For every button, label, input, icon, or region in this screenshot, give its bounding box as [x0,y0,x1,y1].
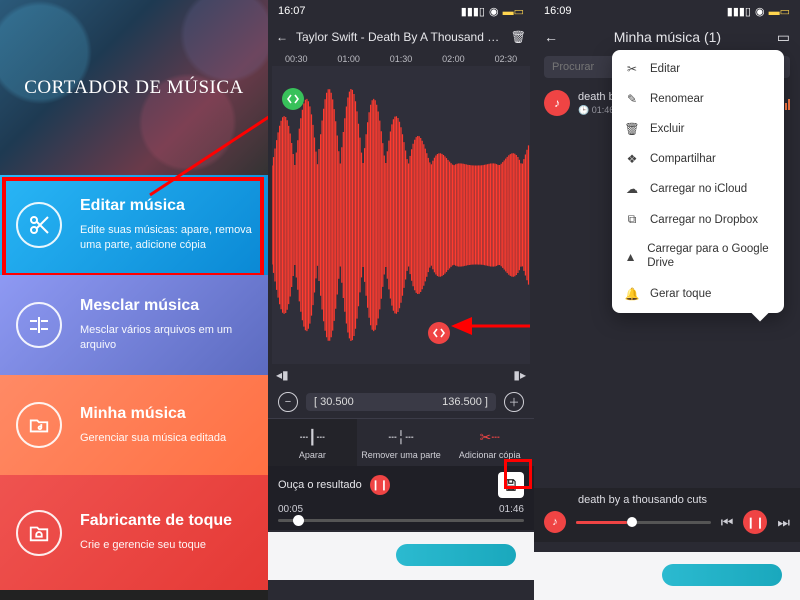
loop-start-icon[interactable]: ◂▮ [276,368,289,382]
card-title: Fabricante de toque [80,512,254,530]
range-display: [ 30.500 136.500 ] [306,393,496,411]
time-ruler: 00:30 01:00 01:30 02:00 02:30 [268,52,534,64]
loop-row: ◂▮ ▮▸ [268,364,534,386]
hero-banner: CORTADOR DE MÚSICA [0,0,268,175]
card-subtitle: Gerenciar sua música editada [80,431,254,446]
time-row: 00:05 01:46 [268,504,534,519]
signal-icon: ▮▮▮▯ [727,5,751,18]
status-icons: ▮▮▮▯ ◉ ▬▭ [461,5,524,18]
wifi-icon: ◉ [489,5,499,18]
menu-icloud[interactable]: ☁Carregar no iCloud [612,174,784,204]
next-icon[interactable]: ⏭ [777,514,790,531]
status-bar: 16:09 ▮▮▮▯ ◉ ▬▭ [534,0,800,22]
drive-icon: ▲ [624,250,637,264]
card-title: Minha música [80,405,254,423]
menu-gdrive[interactable]: ▲Carregar para o Google Drive [612,235,784,279]
menu-dropbox[interactable]: ⧉Carregar no Dropbox [612,204,784,235]
listen-row: Ouça o resultado ❙❙ [268,466,534,504]
my-music-header: ← Minha música (1) ▭ [534,22,800,52]
add-copy-icon: ✂┄ [447,427,532,447]
panel-editor: 16:07 ▮▮▮▯ ◉ ▬▭ ← Taylor Swift - Death B… [268,0,534,600]
menu-edit[interactable]: ✂Editar [612,54,784,84]
prev-icon[interactable]: ⏮ [721,514,734,531]
waveform-area[interactable] [272,66,530,364]
menu-delete[interactable]: 🗑Excluir [612,114,784,144]
card-edit-music[interactable]: Editar música Edite suas músicas: apare,… [0,175,268,275]
cast-icon[interactable]: ▭ [777,29,790,46]
card-ringtone-maker[interactable]: Fabricante de toque Crie e gerencie seu … [0,475,268,590]
cloud-icon: ☁ [624,182,640,196]
save-button[interactable] [498,472,524,498]
total-time: 01:46 [499,504,524,515]
zoom-out-icon[interactable]: − [278,392,298,412]
status-time: 16:07 [278,5,306,17]
ad-banner [534,552,800,600]
pencil-icon: ✎ [624,92,640,106]
tool-remove-part[interactable]: ┄╎┄ Remover uma parte [357,419,446,466]
music-note-icon: ♪ [544,511,566,533]
bell-icon [16,510,62,556]
back-icon[interactable]: ← [276,30,288,44]
scissors-icon: ✂ [624,62,640,76]
card-subtitle: Mesclar vários arquivos em um arquivo [80,323,254,353]
menu-ringtone[interactable]: 🔔Gerar toque [612,279,784,309]
remove-part-icon: ┄╎┄ [359,427,444,447]
ad-cta[interactable] [396,544,516,566]
folder-music-icon [16,402,62,448]
status-time: 16:09 [544,5,572,17]
card-title: Mesclar música [80,297,254,315]
wifi-icon: ◉ [755,5,765,18]
back-icon[interactable]: ← [544,29,558,45]
scissors-icon [16,202,62,248]
player-seek[interactable] [576,521,711,524]
trash-icon[interactable]: 🗑 [511,30,526,44]
battery-icon: ▬▭ [769,5,790,18]
elapsed-time: 00:05 [278,504,303,515]
menu-share[interactable]: ❖Compartilhar [612,144,784,174]
panel-my-music: 16:09 ▮▮▮▯ ◉ ▬▭ ← Minha música (1) ▭ ♪ d… [534,0,800,600]
app-title: CORTADOR DE MÚSICA [24,77,244,99]
bell-icon: 🔔 [624,287,640,301]
card-my-music[interactable]: Minha música Gerenciar sua música editad… [0,375,268,475]
tool-tabs: ┄┃┄ Aparar ┄╎┄ Remover uma parte ✂┄ Adic… [268,418,534,466]
ad-cta[interactable] [662,564,782,586]
dropbox-icon: ⧉ [624,212,640,227]
status-bar: 16:07 ▮▮▮▯ ◉ ▬▭ [268,0,534,22]
ad-banner [268,532,534,580]
signal-icon: ▮▮▮▯ [461,5,485,18]
card-title: Editar música [80,197,254,215]
pause-button[interactable]: ❙❙ [743,510,767,534]
trim-end-handle[interactable] [428,322,450,344]
battery-icon: ▬▭ [503,5,524,18]
tool-add-copy[interactable]: ✂┄ Adicionar cópia [445,419,534,466]
music-note-icon: ♪ [544,90,570,116]
card-merge-music[interactable]: Mesclar música Mesclar vários arquivos e… [0,275,268,375]
clock-icon: 🕒 [578,105,589,115]
waveform [272,66,530,364]
share-icon: ❖ [624,152,640,166]
tool-trim[interactable]: ┄┃┄ Aparar [268,419,357,466]
range-row: − [ 30.500 136.500 ] ＋ [268,386,534,418]
menu-rename[interactable]: ✎Renomear [612,84,784,114]
card-subtitle: Crie e gerencie seu toque [80,538,254,553]
listen-label: Ouça o resultado [278,479,362,491]
track-title: Taylor Swift - Death By A Thousand Cuts … [296,30,503,44]
mini-player: death by a thousando cuts ♪ ⏮ ❙❙ ⏭ [534,488,800,542]
status-icons: ▮▮▮▯ ◉ ▬▭ [727,5,790,18]
pause-button[interactable]: ❙❙ [370,475,390,495]
context-menu: ✂Editar ✎Renomear 🗑Excluir ❖Compartilhar… [612,50,784,313]
trash-icon: 🗑 [624,122,640,136]
panel-home: CORTADOR DE MÚSICA Editar música Edite s… [0,0,268,600]
loop-end-icon[interactable]: ▮▸ [513,368,526,382]
zoom-in-icon[interactable]: ＋ [504,392,524,412]
page-title: Minha música (1) [568,29,767,45]
trim-icon: ┄┃┄ [270,427,355,447]
editor-header: ← Taylor Swift - Death By A Thousand Cut… [268,22,534,52]
seek-bar[interactable] [268,519,534,530]
merge-icon [16,302,62,348]
trim-start-handle[interactable] [282,88,304,110]
card-subtitle: Edite suas músicas: apare, remova uma pa… [80,223,254,253]
player-title: death by a thousando cuts [578,494,790,506]
